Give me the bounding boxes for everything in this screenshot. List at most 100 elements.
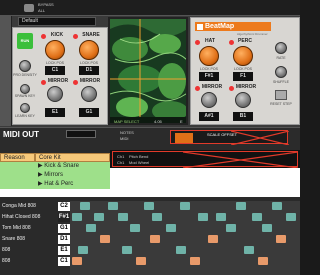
hat-mirror-knob[interactable] [201, 92, 217, 108]
midi-note[interactable] [86, 224, 96, 232]
midi-note[interactable] [216, 213, 226, 221]
kick-note-badge: C1 [45, 66, 65, 75]
map-value: 4.05 [154, 119, 162, 124]
kick-label: KICK [50, 32, 64, 38]
midi-note[interactable] [80, 202, 90, 210]
hat-mirror-badge: A#1 [199, 112, 219, 121]
roll-key-label: D1 [58, 235, 70, 244]
learn-key-label: LEARN KEY [15, 114, 35, 118]
midi-out-selector[interactable] [66, 130, 96, 138]
perc-mirror-label: MIRROR [235, 84, 257, 90]
midi-note[interactable] [262, 224, 272, 232]
midi-note[interactable] [150, 235, 160, 243]
snare-label: SNARE [82, 32, 100, 38]
midi-note[interactable] [118, 213, 128, 221]
kick-mirror-knob[interactable] [47, 86, 63, 102]
spawn-key-knob[interactable] [20, 84, 30, 94]
beat-map-display[interactable]: MAP SELECT 4.05 E [108, 17, 188, 125]
bypass-label: BYPASS [38, 2, 54, 7]
brand-logo: BeatMap [195, 22, 271, 31]
hat-mirror-led [195, 86, 200, 91]
midi-note[interactable] [272, 202, 282, 210]
midi-note[interactable] [78, 246, 88, 254]
perc-mirror-knob[interactable] [235, 92, 251, 108]
table-row[interactable]: ▶ Kick & Snare [35, 162, 110, 171]
table-row-left [0, 171, 35, 180]
scale-offset-panel: SCALE OFFSET [170, 130, 289, 145]
orange-connector[interactable] [175, 133, 193, 143]
learn-key-knob[interactable] [20, 103, 30, 113]
midi-note[interactable] [108, 202, 118, 210]
ch-1-label: Ch1 [117, 154, 125, 159]
midi-note[interactable] [276, 235, 286, 243]
midi-label: MIDI [120, 136, 129, 141]
shuffle-knob[interactable] [275, 66, 287, 78]
roll-key-label: E1 [58, 246, 70, 255]
snare-knob[interactable] [79, 40, 99, 60]
midi-note[interactable] [190, 257, 200, 265]
midi-note[interactable] [72, 257, 82, 265]
white-area [110, 168, 300, 197]
cable-cross [231, 131, 289, 145]
midi-note[interactable] [236, 202, 246, 210]
pitchbend-label: Pitch Bend [129, 154, 149, 159]
rate-label: RATE [276, 56, 286, 60]
table-header-core-kit: Core Kit [35, 153, 110, 162]
midi-note[interactable] [180, 202, 190, 210]
perc-knob[interactable] [233, 46, 253, 66]
midi-note[interactable] [152, 213, 162, 221]
preset-selector[interactable]: Default [18, 17, 96, 26]
snare-mirror-knob[interactable] [81, 86, 97, 102]
snare-mirror-badge: G1 [79, 108, 99, 117]
midi-note[interactable] [72, 213, 82, 221]
midi-note[interactable] [122, 246, 132, 254]
roll-key-label: G1 [58, 224, 70, 233]
midi-note[interactable] [258, 257, 268, 265]
kick-knob[interactable] [45, 40, 65, 60]
hat-note-badge: F#1 [199, 72, 219, 81]
bypass-toggle[interactable] [24, 4, 34, 12]
reset-step-button[interactable] [275, 90, 287, 100]
roll-row-label: Tom Mid 808 [2, 225, 31, 231]
table-row-left [0, 162, 35, 171]
midi-note[interactable] [176, 246, 186, 254]
midi-note[interactable] [226, 224, 236, 232]
table-row-left [0, 180, 35, 189]
midi-note[interactable] [100, 235, 110, 243]
midi-note[interactable] [144, 202, 154, 210]
table-row[interactable]: ▶ Mirrors [35, 171, 110, 180]
midi-note[interactable] [94, 213, 104, 221]
midi-note[interactable] [136, 257, 146, 265]
right-control-panel: BeatMap Algorhythmic Drummer HAT LOCK PO… [190, 17, 300, 125]
midi-note[interactable] [252, 213, 262, 221]
all-label: ALL [38, 8, 46, 13]
roll-key-label: C2 [58, 202, 70, 211]
pro-density-knob[interactable] [19, 60, 31, 72]
midi-note[interactable] [198, 213, 208, 221]
perc-lock-pos: LOCK POS [234, 67, 252, 71]
midi-out-title: MIDI OUT [3, 130, 39, 139]
brand-subtitle: Algorhythmic Drummer [237, 32, 268, 36]
midi-note[interactable] [244, 246, 254, 254]
midi-note[interactable] [166, 224, 176, 232]
table-row[interactable]: ▶ Hat & Perc [35, 180, 110, 189]
snare-mirror-label: MIRROR [79, 78, 101, 84]
map-select-label: MAP SELECT [114, 119, 140, 124]
roll-row-label: 808 [2, 258, 11, 264]
pro-density-label: PRO DENSITY [13, 73, 37, 77]
roll-row-label: Hihat Closed 808 [2, 214, 41, 220]
hat-knob[interactable] [199, 46, 219, 66]
midi-note[interactable] [286, 213, 296, 221]
roll-row-label: 808 [2, 247, 11, 253]
kick-led [41, 34, 46, 39]
mapping-table: Reason Core Kit ▶ Kick & Snare ▶ Mirrors… [0, 153, 110, 197]
density-map[interactable] [110, 19, 188, 125]
run-button[interactable]: RUN [17, 33, 33, 49]
roll-key-label: C1 [58, 257, 70, 266]
rate-knob[interactable] [275, 42, 287, 54]
piano-roll[interactable]: Conga Mid 808 C2 Hihat Closed 808 F#1 To… [0, 197, 300, 275]
roll-row-label: Snare 808 [2, 236, 26, 242]
top-rail: BYPASS ALL [0, 0, 300, 16]
midi-note[interactable] [130, 224, 140, 232]
midi-note[interactable] [208, 235, 218, 243]
